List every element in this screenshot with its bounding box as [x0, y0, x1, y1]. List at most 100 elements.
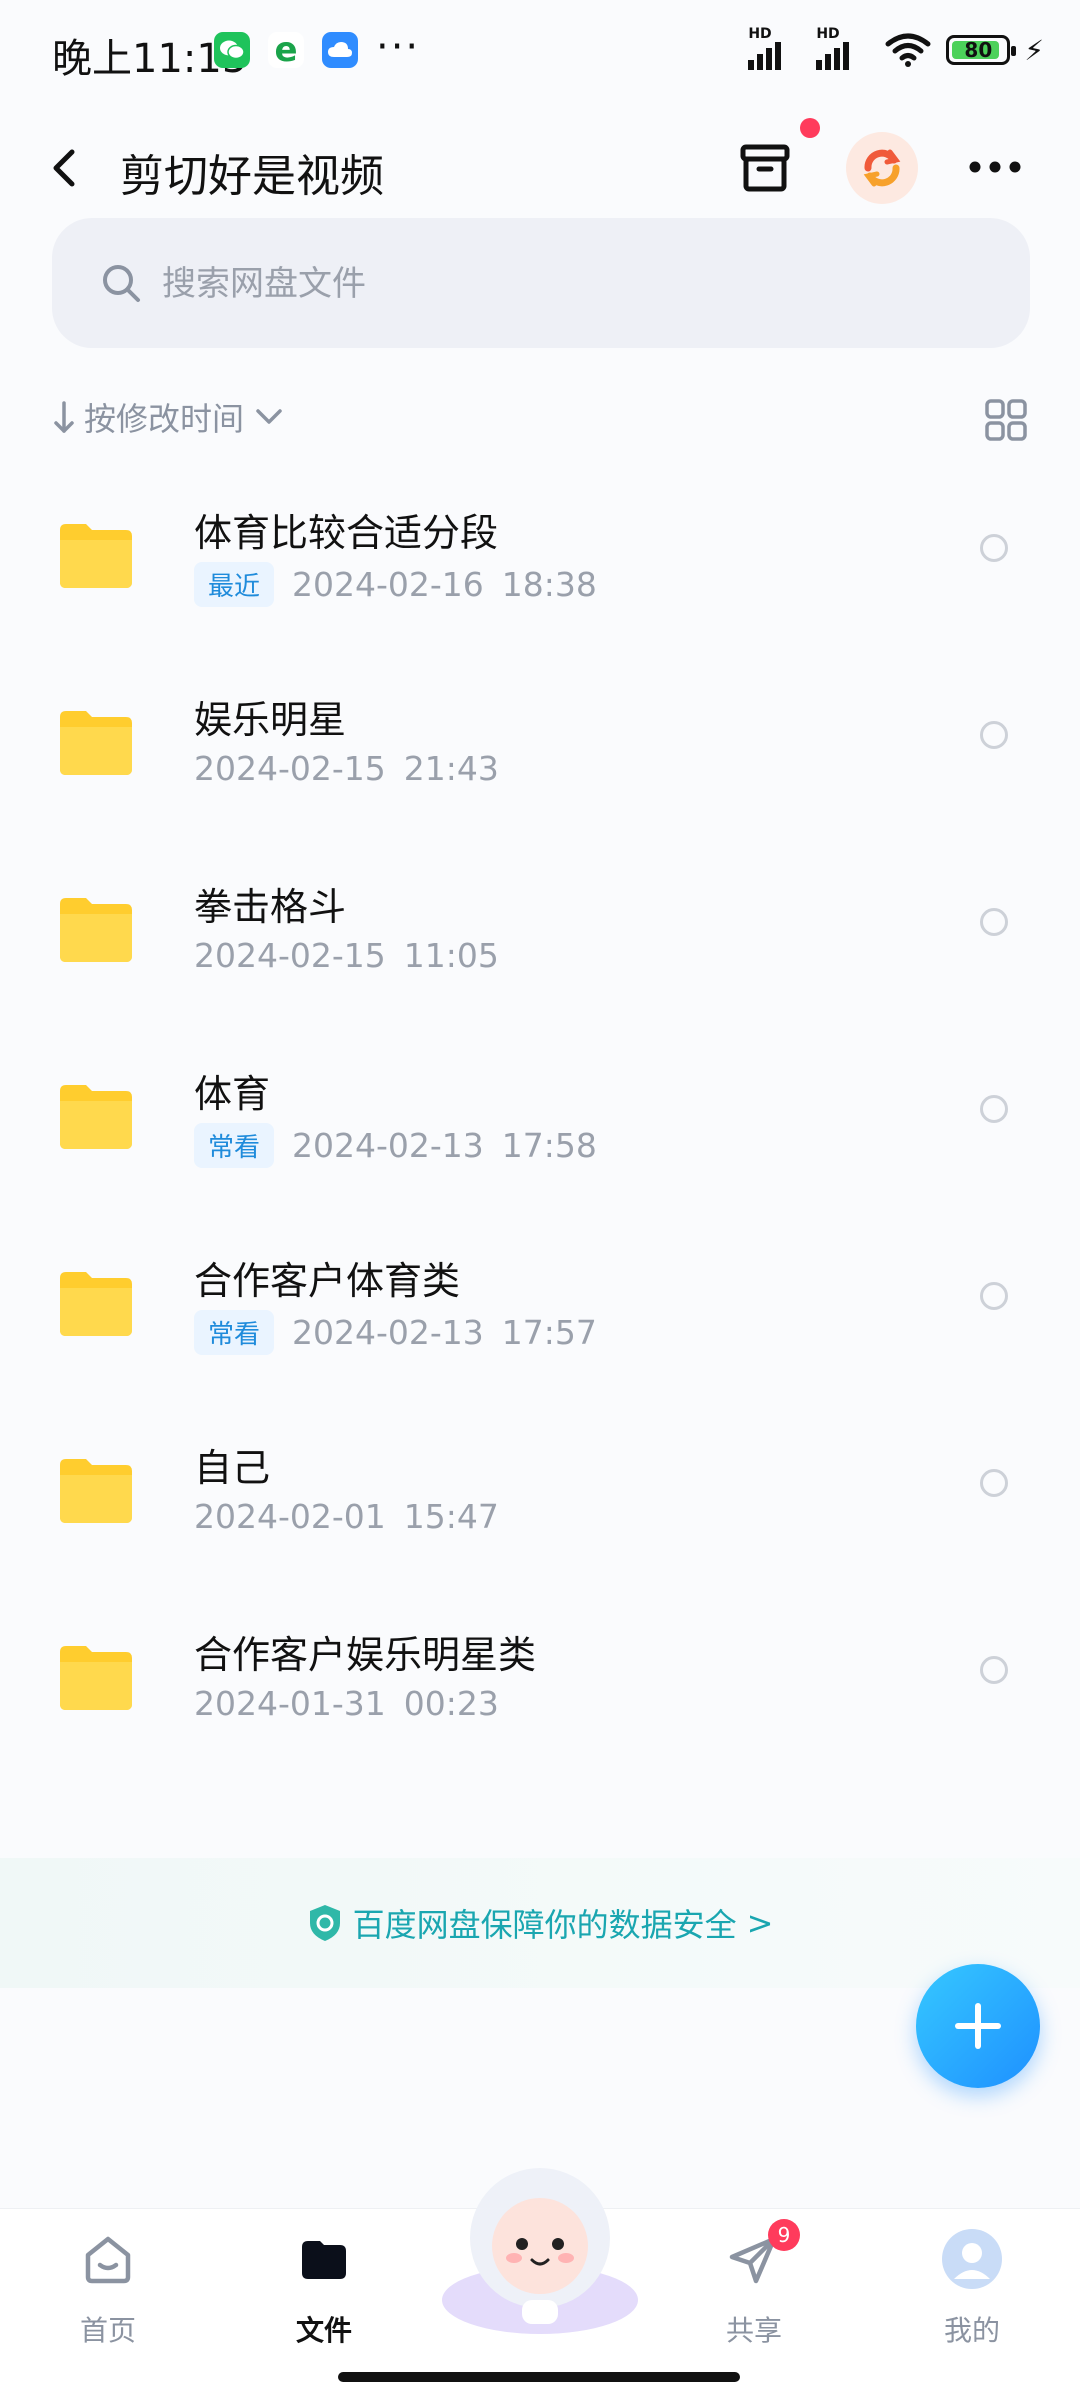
transfer-box-button[interactable]	[730, 118, 820, 202]
nav-home-label: 首页	[79, 2314, 136, 2347]
file-name: 拳击格斗	[194, 885, 347, 929]
grid-view-icon[interactable]	[984, 398, 1028, 442]
file-meta: 2024-02-01 15:47	[194, 1497, 499, 1536]
battery-level: 80	[964, 38, 993, 62]
more-dots-icon	[969, 161, 1021, 173]
nav-mine-label: 我的	[943, 2314, 1000, 2347]
status-bar: 晚上11:15 e ··· HD HD 80 ⚡	[0, 0, 1080, 110]
search-icon	[103, 265, 140, 302]
status-right: HD HD 80 ⚡	[748, 26, 1044, 70]
folder-nav-icon	[302, 2241, 346, 2279]
select-radio[interactable]	[980, 721, 1008, 749]
tag-badge: 常看	[194, 1123, 275, 1168]
box-icon	[740, 144, 790, 192]
list-item[interactable]: 合作客户体育类 常看 2024-02-13 17:57	[0, 1228, 1080, 1415]
file-date: 2024-02-01	[194, 1497, 386, 1536]
list-item[interactable]: 拳击格斗 2024-02-15 11:05	[0, 854, 1080, 1041]
file-date: 2024-02-13	[292, 1313, 484, 1352]
sync-button[interactable]	[846, 132, 918, 204]
charging-icon: ⚡	[1024, 33, 1044, 67]
file-name: 体育比较合适分段	[194, 511, 499, 555]
plus-icon	[955, 2003, 1001, 2049]
header: 剪切好是视频	[0, 110, 1080, 230]
status-app-icons: e	[214, 30, 358, 70]
home-icon	[85, 2236, 131, 2284]
file-date: 2024-02-15	[194, 936, 386, 975]
file-meta: 2024-02-15 21:43	[194, 749, 499, 788]
file-meta: 常看 2024-02-13 17:57	[194, 1310, 597, 1355]
signal-icon: HD	[748, 26, 802, 70]
mascot-icon	[442, 2168, 638, 2334]
file-name: 自己	[194, 1446, 271, 1490]
list-item[interactable]: 体育 常看 2024-02-13 17:58	[0, 1041, 1080, 1228]
file-date: 2024-01-31	[194, 1684, 386, 1723]
avatar-icon	[942, 2229, 1002, 2289]
file-meta: 2024-02-15 11:05	[194, 936, 499, 975]
add-button[interactable]	[916, 1964, 1040, 2088]
wifi-icon	[885, 33, 931, 67]
list-item[interactable]: 娱乐明星 2024-02-15 21:43	[0, 667, 1080, 854]
nav-share-label: 共享	[725, 2314, 782, 2347]
browser-icon: e	[268, 30, 304, 70]
folder-icon	[60, 1272, 132, 1336]
file-time: 17:57	[501, 1313, 597, 1352]
search-input[interactable]	[160, 256, 764, 312]
page-title: 剪切好是视频	[120, 151, 384, 202]
home-indicator	[338, 2372, 740, 2382]
shield-icon	[309, 1905, 340, 1941]
select-radio[interactable]	[980, 1095, 1008, 1123]
file-name: 体育	[194, 1072, 271, 1116]
file-date: 2024-02-15	[194, 749, 386, 788]
signal-hd-label-2: HD	[816, 26, 840, 42]
share-badge: 9	[768, 2219, 800, 2251]
more-options-button[interactable]	[960, 132, 1030, 202]
wechat-icon	[214, 32, 250, 68]
file-time: 00:23	[403, 1684, 499, 1723]
sort-dropdown[interactable]: 按修改时间	[52, 394, 286, 440]
mascot-button[interactable]	[438, 2150, 642, 2340]
select-radio[interactable]	[980, 1282, 1008, 1310]
file-time: 17:58	[501, 1126, 597, 1165]
file-meta: 常看 2024-02-13 17:58	[194, 1123, 597, 1168]
signal-hd-label: HD	[748, 26, 772, 42]
file-list: 体育比较合适分段 最近 2024-02-16 18:38 娱乐明星 2024-0…	[0, 480, 1080, 1789]
list-item[interactable]: 合作客户娱乐明星类 2024-01-31 00:23	[0, 1602, 1080, 1789]
folder-icon	[60, 898, 132, 962]
folder-icon	[60, 1085, 132, 1149]
file-date: 2024-02-16	[292, 565, 484, 604]
sort-label: 按修改时间	[84, 400, 245, 438]
file-name: 合作客户体育类	[194, 1259, 461, 1303]
select-radio[interactable]	[980, 1656, 1008, 1684]
nav-files[interactable]: 文件	[264, 2227, 384, 2367]
nav-files-label: 文件	[295, 2314, 352, 2347]
notification-dot	[800, 118, 820, 138]
chevron-down-icon	[256, 409, 282, 424]
list-item[interactable]: 自己 2024-02-01 15:47	[0, 1415, 1080, 1602]
file-time: 21:43	[403, 749, 499, 788]
search-bar[interactable]	[52, 218, 1030, 348]
folder-icon	[60, 524, 132, 588]
security-banner[interactable]: 百度网盘保障你的数据安全 >	[0, 1858, 1080, 1988]
back-arrow-icon	[53, 149, 75, 187]
list-item[interactable]: 体育比较合适分段 最近 2024-02-16 18:38	[0, 480, 1080, 667]
select-radio[interactable]	[980, 534, 1008, 562]
folder-icon	[60, 711, 132, 775]
back-button[interactable]	[44, 138, 84, 198]
security-banner-text: 百度网盘保障你的数据安全	[352, 1906, 737, 1944]
select-radio[interactable]	[980, 908, 1008, 936]
sort-row: 按修改时间	[0, 394, 1080, 454]
file-time: 11:05	[403, 936, 499, 975]
file-time: 15:47	[403, 1497, 499, 1536]
cloud-icon	[322, 32, 358, 68]
file-meta: 2024-01-31 00:23	[194, 1684, 499, 1723]
nav-home[interactable]: 首页	[48, 2227, 168, 2367]
tag-badge: 最近	[194, 562, 275, 607]
file-name: 合作客户娱乐明星类	[194, 1633, 537, 1677]
nav-share[interactable]: 9 共享	[694, 2219, 814, 2367]
file-date: 2024-02-13	[292, 1126, 484, 1165]
select-radio[interactable]	[980, 1469, 1008, 1497]
battery-icon: 80	[946, 35, 1017, 65]
nav-mine[interactable]: 我的	[912, 2227, 1032, 2367]
folder-icon	[60, 1459, 132, 1523]
folder-icon	[60, 1646, 132, 1710]
